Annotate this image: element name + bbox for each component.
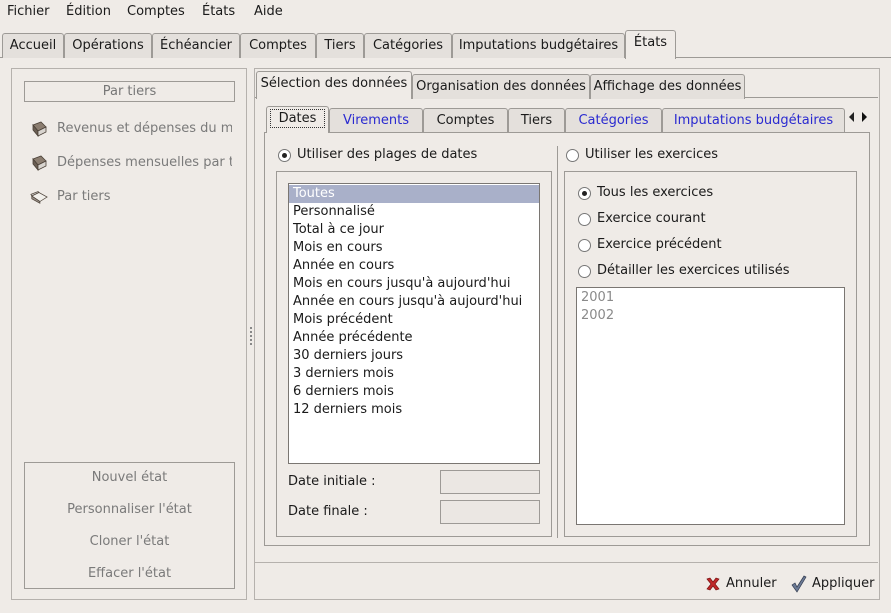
action-separator — [255, 562, 878, 563]
tab-dates-label: Dates — [269, 109, 326, 128]
detail-exercices-label: Détailler les exercices utilisés — [597, 263, 790, 278]
exercices-list[interactable]: 2001 2002 — [576, 287, 845, 525]
menu-fichier[interactable]: Fichier — [7, 4, 50, 19]
list-item[interactable]: Année en cours — [289, 257, 539, 275]
report-item[interactable]: Revenus et dépenses du m — [30, 120, 232, 140]
list-item[interactable]: 3 derniers mois — [289, 365, 539, 383]
use-exercices-label: Utiliser les exercices — [585, 147, 719, 162]
report-group-header[interactable]: Par tiers — [24, 81, 235, 102]
use-exercices-radio[interactable] — [566, 149, 579, 162]
use-date-ranges-label: Utiliser des plages de dates — [297, 147, 478, 162]
delete-report-button[interactable]: Effacer l'état — [25, 566, 234, 581]
tab-categories-filter[interactable]: Catégories — [565, 108, 662, 132]
tab-organisation-donnees[interactable]: Organisation des données — [412, 74, 590, 99]
red-x-icon — [706, 577, 720, 591]
section-divider — [557, 146, 558, 538]
tab-imputations-filter[interactable]: Imputations budgétaires — [662, 108, 845, 132]
current-exercice-radio[interactable] — [578, 213, 591, 226]
previous-exercice-radio[interactable] — [578, 239, 591, 252]
report-label: Dépenses mensuelles par t — [57, 155, 232, 170]
date-initiale-field[interactable] — [440, 470, 540, 494]
tab-tiers-filter[interactable]: Tiers — [508, 108, 565, 132]
tab-comptes[interactable]: Comptes — [240, 33, 316, 58]
tab-etats[interactable]: États — [625, 30, 676, 59]
tab-imputations[interactable]: Imputations budgétaires — [452, 33, 625, 58]
report-actions: Nouvel état Personnaliser l'état Cloner … — [24, 462, 235, 589]
tab-affichage-donnees[interactable]: Affichage des données — [590, 74, 745, 99]
list-item[interactable]: 2002 — [581, 308, 614, 323]
tab-accueil[interactable]: Accueil — [2, 33, 64, 58]
report-label: Par tiers — [57, 189, 111, 204]
list-item[interactable]: Mois en cours jusqu'à aujourd'hui — [289, 275, 539, 293]
tab-comptes-filter[interactable]: Comptes — [423, 108, 508, 132]
detail-exercices-radio[interactable] — [578, 265, 591, 278]
tab-virements[interactable]: Virements — [329, 108, 423, 132]
list-item[interactable]: Mois précédent — [289, 311, 539, 329]
previous-exercice-label: Exercice précédent — [597, 237, 722, 252]
list-item[interactable]: Année précédente — [289, 329, 539, 347]
list-item[interactable]: 30 derniers jours — [289, 347, 539, 365]
book-icon — [32, 155, 47, 171]
tab-echeancier[interactable]: Échéancier — [152, 33, 240, 58]
tab-dates[interactable]: Dates — [266, 106, 329, 133]
date-finale-field[interactable] — [440, 500, 540, 524]
list-item[interactable]: Année en cours jusqu'à aujourd'hui — [289, 293, 539, 311]
new-report-button[interactable]: Nouvel état — [25, 470, 234, 485]
tab-tiers[interactable]: Tiers — [316, 33, 364, 58]
list-item[interactable]: Mois en cours — [289, 239, 539, 257]
date-initiale-label: Date initiale : — [288, 474, 376, 489]
menu-comptes[interactable]: Comptes — [127, 4, 185, 19]
report-item[interactable]: Dépenses mensuelles par t — [30, 154, 232, 174]
tab-operations[interactable]: Opérations — [64, 33, 152, 58]
date-finale-label: Date finale : — [288, 504, 368, 519]
list-item[interactable]: 2001 — [581, 290, 614, 305]
open-book-icon — [30, 191, 48, 204]
list-item[interactable]: Total à ce jour — [289, 221, 539, 239]
use-date-ranges-radio[interactable] — [278, 149, 291, 162]
report-label: Revenus et dépenses du m — [57, 121, 232, 136]
main-tabs: Accueil Opérations Échéancier Comptes Ti… — [0, 30, 891, 59]
list-item[interactable]: Toutes — [289, 185, 539, 203]
book-icon — [32, 121, 47, 137]
menu-etats[interactable]: États — [202, 4, 235, 19]
date-range-list[interactable]: Toutes Personnalisé Total à ce jour Mois… — [288, 183, 540, 464]
customize-report-button[interactable]: Personnaliser l'état — [25, 502, 234, 517]
current-exercice-label: Exercice courant — [597, 211, 706, 226]
all-exercices-label: Tous les exercices — [597, 185, 714, 200]
report-item[interactable]: Par tiers — [30, 188, 232, 208]
list-item[interactable]: 6 derniers mois — [289, 383, 539, 401]
menu-aide[interactable]: Aide — [254, 4, 283, 19]
menu-edition[interactable]: Édition — [66, 4, 111, 19]
left-arrow-icon[interactable] — [848, 111, 856, 123]
menu-bar: Fichier Édition Comptes États Aide — [0, 0, 891, 26]
tab-categories[interactable]: Catégories — [364, 33, 452, 58]
clone-report-button[interactable]: Cloner l'état — [25, 534, 234, 549]
all-exercices-radio[interactable] — [578, 187, 591, 200]
right-arrow-icon[interactable] — [860, 111, 868, 123]
checkmark-icon — [791, 575, 807, 593]
cancel-label: Annuler — [726, 576, 777, 591]
tab-selection-donnees[interactable]: Sélection des données — [256, 71, 412, 99]
apply-label: Appliquer — [812, 576, 875, 591]
list-item[interactable]: Personnalisé — [289, 203, 539, 221]
list-item[interactable]: 12 derniers mois — [289, 401, 539, 419]
